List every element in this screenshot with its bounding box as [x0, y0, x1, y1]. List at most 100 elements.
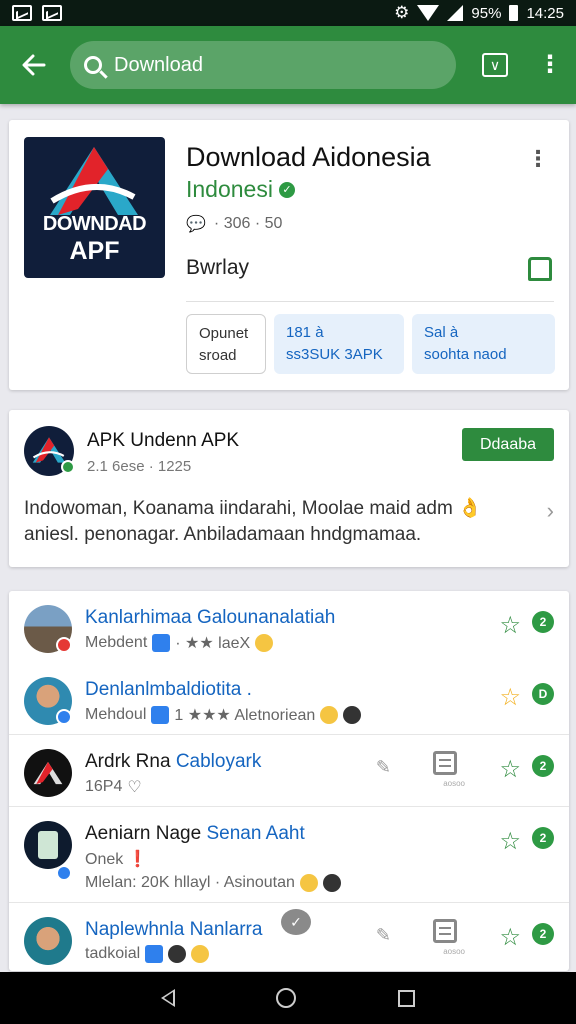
chip-2-line1: 181 à	[286, 324, 324, 341]
nav-recents-icon[interactable]	[398, 989, 416, 1007]
item-subtitle-2: Mlelan: 20K hllayl · Asinoutan	[85, 874, 341, 892]
chip-2-line2: ss3SUK 3APK	[286, 346, 383, 363]
post-body: Indowoman, Koanama iindarahi, Moolae mai…	[24, 498, 482, 545]
chip-1-line1: Opunet	[199, 325, 249, 342]
list-item[interactable]: ✓ Naplewhnla Nanlarra tadkoial ✎ aosoo ☆…	[9, 903, 569, 971]
item-subtitle: tadkoial	[85, 945, 210, 963]
count-badge: 2	[532, 611, 554, 633]
item-title-link: Senan Aaht	[206, 823, 305, 844]
post-action-button[interactable]: Ddaaba	[462, 428, 554, 461]
item-title: Naplewhnla Nanlarra	[85, 919, 262, 941]
star-icon[interactable]: ☆	[499, 611, 521, 640]
item-title-text: Ardrk Rna	[85, 751, 176, 772]
info-chip-1[interactable]: Opunet sroad	[186, 314, 266, 374]
app-title: Download Aidonesia	[186, 142, 431, 172]
app-meta-text: · 306 · 50	[213, 215, 283, 232]
battery-icon	[509, 5, 519, 21]
item-sub-text: Mebdent	[85, 634, 148, 651]
info-chip-3[interactable]: Sal à soohta naod	[412, 314, 555, 374]
chevron-right-icon[interactable]: ›	[547, 498, 554, 524]
developer-post-card[interactable]: APK Undenn APK 2.1 6ese · 1225 Ddaaba In…	[9, 410, 569, 567]
star-icon[interactable]: ☆	[499, 827, 521, 856]
list-item[interactable]: Denlanlmbaldiotita . Mehdoul 1 ★★★ Aletn…	[9, 663, 569, 735]
status-badge	[56, 865, 72, 881]
post-title: APK Undenn APK	[87, 430, 240, 451]
list-item[interactable]: Ardrk Rna Cabloyark 16P4 ♡ ✎ aosoo ☆ 2	[9, 735, 569, 807]
count-badge: 2	[532, 755, 554, 777]
star-icon[interactable]: ☆	[499, 683, 521, 712]
emoji-icon	[320, 706, 339, 724]
chat-bubble-icon[interactable]: ✓	[281, 909, 311, 935]
app-category: Bwrlay	[186, 256, 250, 279]
item-sub-detail: 1 ★★★ Aletnoriean	[174, 707, 316, 724]
item-sub-detail: · ★★ laeX	[175, 635, 251, 652]
search-query: Download	[114, 53, 203, 76]
item-title-text: Aeniarn Nage	[85, 823, 207, 844]
logo-a-icon	[33, 761, 63, 785]
logo-a-icon	[50, 147, 138, 215]
system-nav-bar	[0, 972, 576, 1024]
nav-back-icon[interactable]	[160, 989, 175, 1007]
tag-icon	[145, 945, 164, 963]
heart-icon: ♡	[127, 779, 142, 796]
app-logo: DOWNDAD APF	[24, 137, 165, 278]
emoji-icon	[343, 706, 362, 724]
tag-icon	[151, 706, 170, 724]
back-button[interactable]	[14, 45, 54, 85]
emoji-icon	[299, 874, 318, 892]
status-badge	[56, 637, 72, 653]
clock: 14:25	[526, 4, 564, 22]
item-sub-detail: Mlelan: 20K hllayl · Asinoutan	[85, 874, 295, 891]
status-bar: ⚙ 95% 14:25	[0, 0, 576, 26]
logo-text-line1: DOWNDAD	[42, 213, 147, 235]
document-icon[interactable]	[433, 919, 457, 943]
star-icon[interactable]: ☆	[499, 923, 521, 952]
emoji-icon	[322, 874, 341, 892]
pencil-icon[interactable]: ✎	[376, 925, 391, 946]
count-badge: D	[532, 683, 554, 705]
document-label: aosoo	[443, 947, 465, 956]
list-item[interactable]: Aeniarn Nage Senan Aaht Onek ❗ Mlelan: 2…	[9, 807, 569, 903]
search-icon	[84, 56, 102, 74]
item-sub-text: 16P4	[85, 778, 123, 795]
document-label: aosoo	[443, 779, 465, 788]
item-subtitle: 16P4 ♡	[85, 777, 142, 797]
comment-icon: 💬	[186, 216, 206, 233]
wifi-icon	[417, 5, 440, 21]
emoji-icon	[191, 945, 210, 963]
app-meta: 💬 · 306 · 50	[186, 214, 282, 234]
item-title: Kanlarhimaa Galounanalatiah	[85, 607, 335, 629]
item-title: Denlanlmbaldiotita .	[85, 679, 252, 701]
item-title-link: Denlanlmbaldiotita .	[85, 679, 252, 700]
item-title-link: Cabloyark	[175, 751, 262, 772]
developer-link[interactable]: Indonesi ✓	[186, 176, 295, 203]
post-subtitle: 2.1 6ese · 1225	[87, 458, 192, 475]
verified-icon: ✓	[278, 181, 295, 198]
download-icon-button[interactable]: ∨	[482, 53, 508, 77]
family-rating-icon	[528, 257, 552, 281]
app-options-button[interactable]: ⋮	[527, 148, 549, 170]
tag-icon	[152, 634, 171, 652]
signal-icon	[447, 5, 464, 21]
battery-percent: 95%	[471, 4, 502, 22]
overflow-menu-button[interactable]: ⋮	[538, 53, 562, 77]
chip-1-line2: sroad	[199, 347, 237, 364]
item-sub-text: tadkoial	[85, 945, 141, 962]
item-subtitle: Mehdoul 1 ★★★ Aletnoriean	[85, 705, 362, 725]
arrow-left-icon	[22, 54, 46, 76]
document-icon[interactable]	[433, 751, 457, 775]
avatar	[24, 821, 72, 869]
star-icon[interactable]: ☆	[499, 755, 521, 784]
pencil-icon[interactable]: ✎	[376, 757, 391, 778]
photo-notification-icon	[42, 5, 62, 21]
status-badge	[56, 709, 72, 725]
info-chip-2[interactable]: 181 à ss3SUK 3APK	[274, 314, 404, 374]
item-sub-text: Onek ❗	[85, 851, 148, 868]
avatar	[24, 749, 72, 797]
search-input[interactable]: Download	[70, 41, 456, 89]
list-item[interactable]: Kanlarhimaa Galounanalatiah Mebdent · ★★…	[9, 591, 569, 663]
nav-home-icon[interactable]	[276, 988, 297, 1008]
chevron-down-icon: ∨	[489, 56, 501, 73]
sync-icon: ⚙	[394, 3, 410, 22]
emoji-icon	[255, 634, 274, 652]
